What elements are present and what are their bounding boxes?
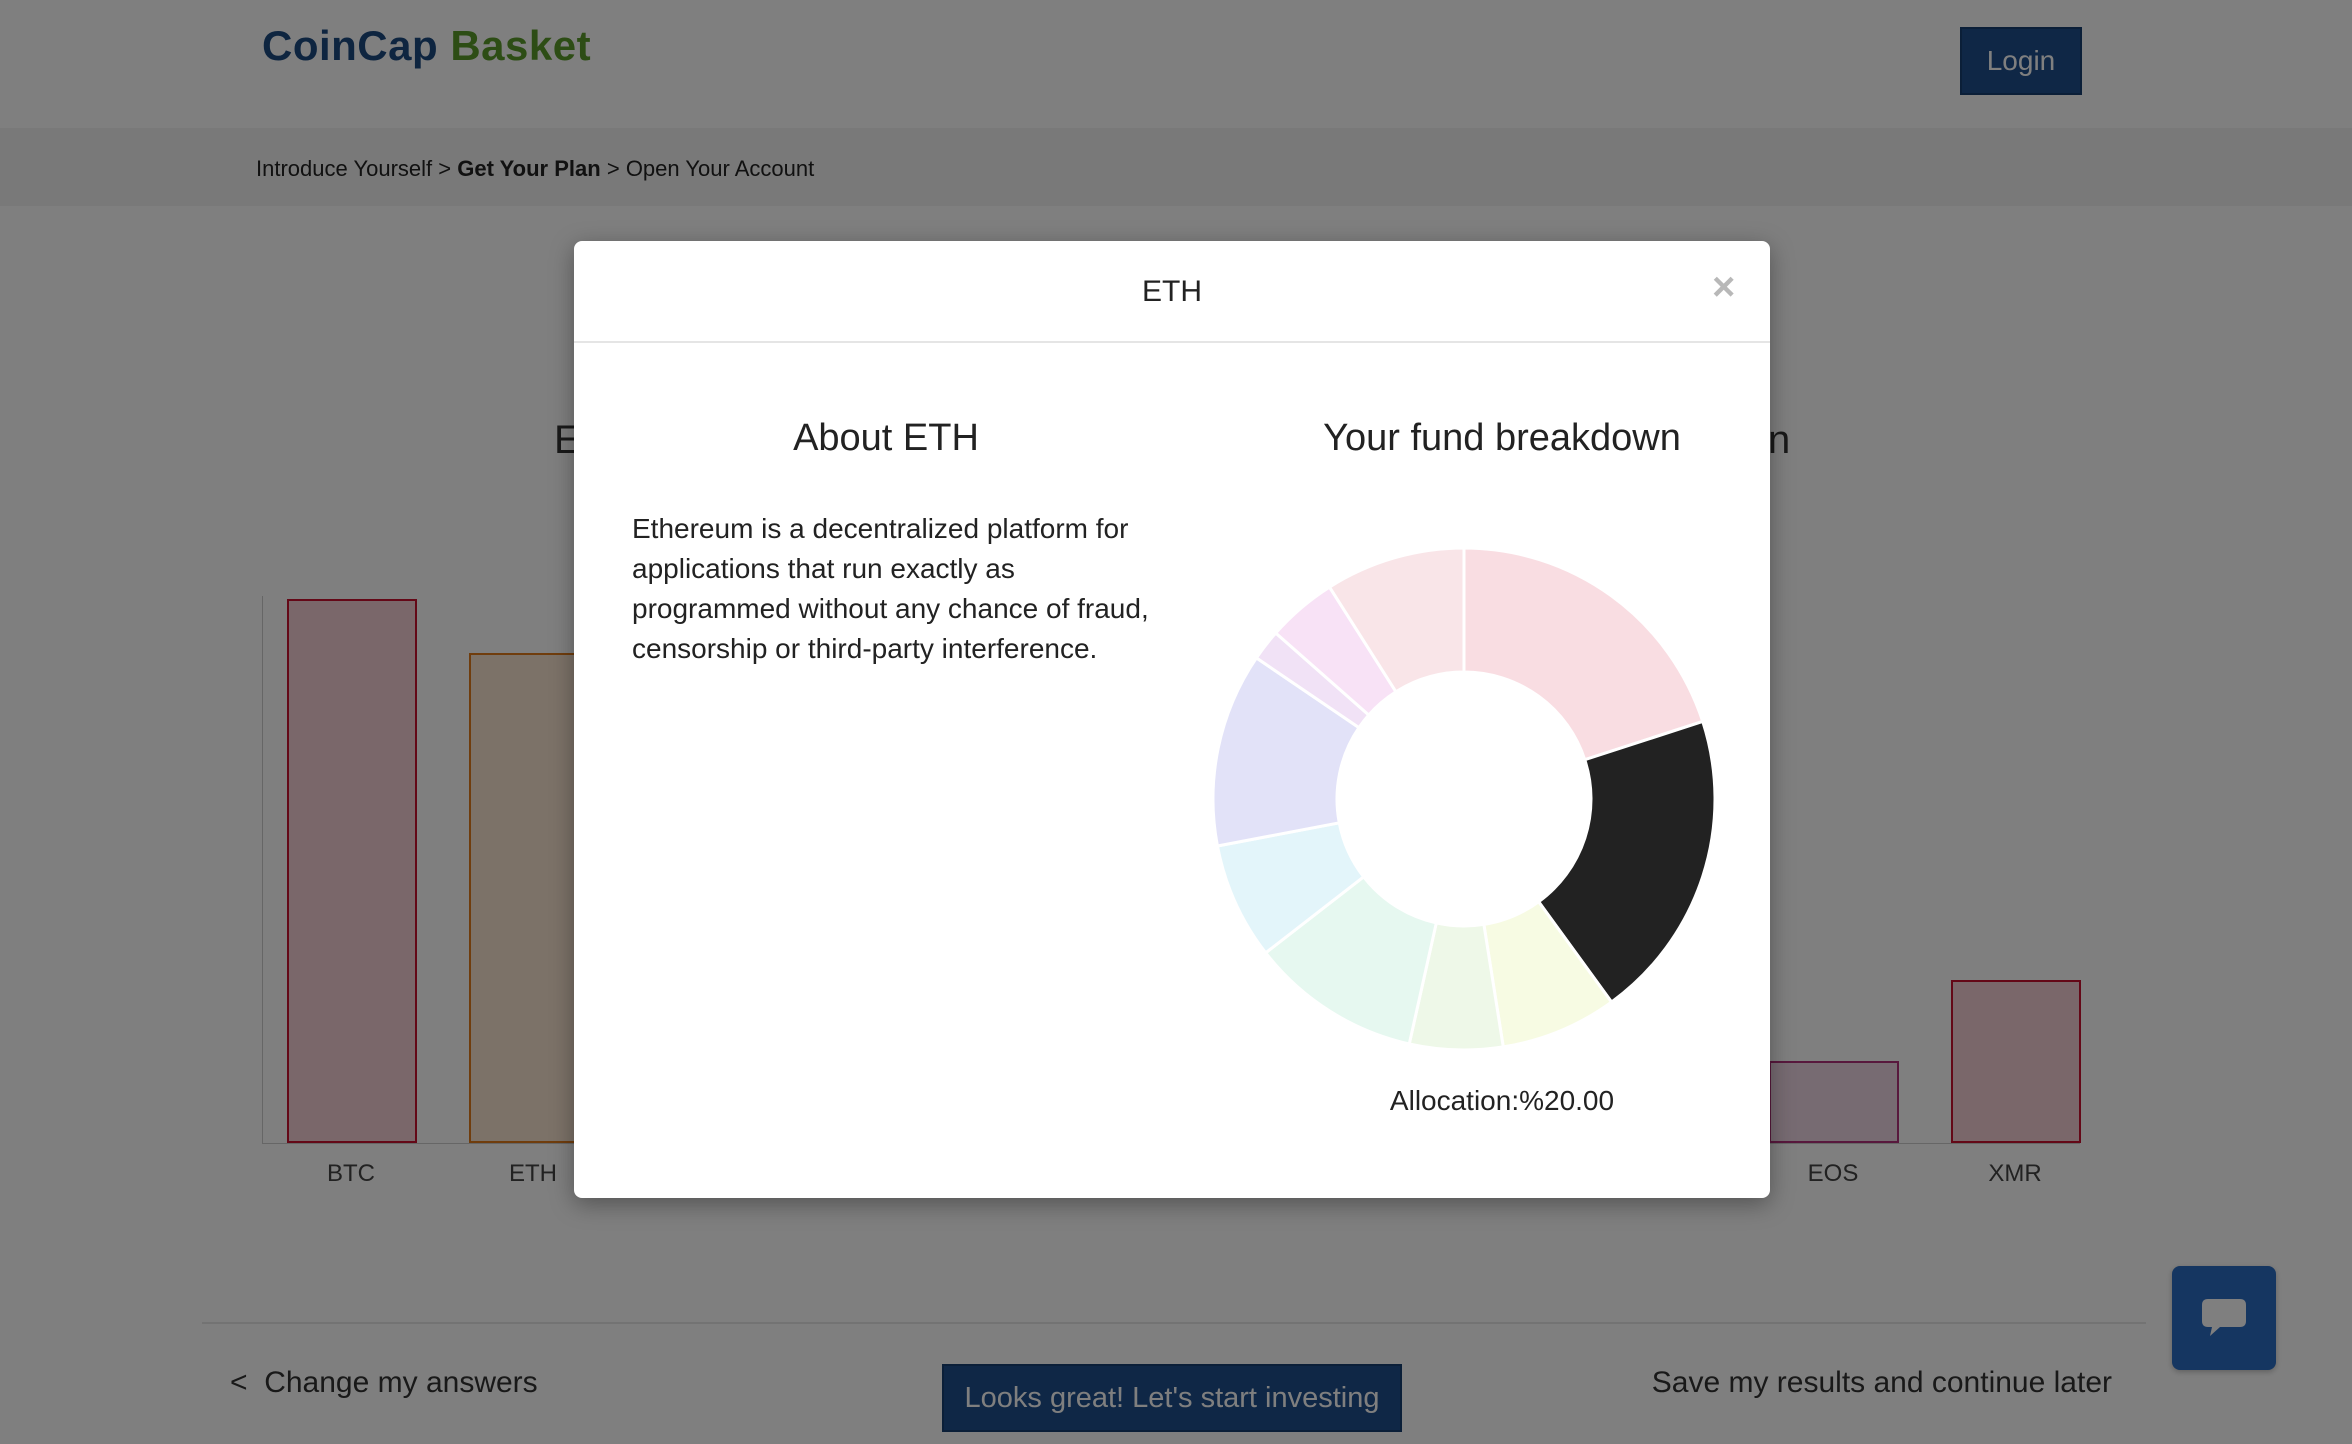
fund-breakdown-donut-chart — [1211, 546, 1717, 1052]
coin-info-modal: ETH × About ETH Ethereum is a decentrali… — [574, 241, 1770, 1198]
about-description: Ethereum is a decentralized platform for… — [632, 513, 1149, 664]
modal-header: ETH × — [574, 241, 1770, 343]
fund-breakdown-title: Your fund breakdown — [1323, 417, 1681, 459]
allocation-text: Allocation:%20.00 — [1389, 1085, 1615, 1116]
modal-title: ETH — [1142, 275, 1202, 308]
close-icon[interactable]: × — [1712, 267, 1735, 307]
about-title: About ETH — [793, 417, 979, 459]
donut-slice-0[interactable] — [1462, 546, 1705, 762]
